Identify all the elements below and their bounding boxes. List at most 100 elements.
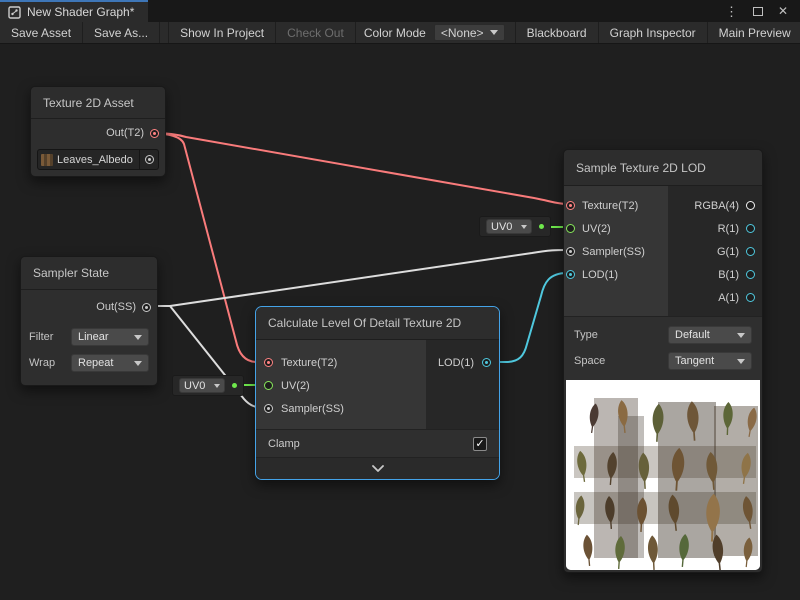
chevron-down-icon (372, 465, 384, 472)
node-texture-2d-asset[interactable]: Texture 2D Asset Out(T2) Leaves_Albedo (30, 86, 166, 177)
graph-canvas[interactable]: Texture 2D Asset Out(T2) Leaves_Albedo S… (0, 45, 800, 600)
color-mode-dropdown[interactable]: <None> (434, 24, 505, 41)
output-ports: RGBA(4) R(1) G(1) B(1) (668, 186, 762, 316)
node-title[interactable]: Sampler State (21, 257, 157, 290)
uv-channel-dropdown[interactable]: UV0 (179, 378, 225, 393)
uv-channel-dropdown[interactable]: UV0 (486, 219, 532, 234)
blackboard-button[interactable]: Blackboard (515, 22, 598, 43)
main-preview-button[interactable]: Main Preview (707, 22, 800, 43)
port-label: Out(SS) (96, 301, 136, 313)
filter-dropdown[interactable]: Linear (71, 328, 149, 346)
port-label: UV(2) (281, 380, 310, 392)
collapse-button[interactable] (256, 457, 499, 479)
window-controls: ⋮ ✕ (725, 0, 800, 22)
port-label: A(1) (718, 292, 739, 304)
chevron-down-icon (521, 225, 527, 229)
type-row: Type Default (574, 325, 752, 345)
input-ports: Texture(T2) UV(2) Sampler(SS) (256, 340, 426, 429)
space-dropdown[interactable]: Tangent (668, 352, 752, 370)
port-out-g[interactable] (746, 247, 755, 256)
port-row-out-t2: Out(T2) (31, 119, 165, 147)
port-in-sampler[interactable] (566, 247, 575, 256)
edge-sampler-to-sample[interactable] (146, 250, 567, 306)
color-mode-value: <None> (441, 26, 484, 40)
chevron-down-icon (490, 30, 498, 35)
texture-thumbnail-icon (41, 154, 53, 166)
node-sampler-state[interactable]: Sampler State Out(SS) Filter Linear Wrap… (20, 256, 158, 386)
maximize-icon[interactable] (753, 7, 763, 16)
tab-bar: New Shader Graph* ⋮ ✕ (0, 0, 800, 22)
port-in-texture[interactable] (566, 201, 575, 210)
port-out-a[interactable] (746, 293, 755, 302)
shader-graph-icon (8, 6, 21, 19)
port-label: G(1) (717, 246, 739, 258)
port-in-uv[interactable] (264, 381, 273, 390)
uv-channel-chip-sample: UV0 (479, 216, 551, 237)
chevron-down-icon (134, 335, 142, 340)
port-row-lod-out: LOD(1) (426, 351, 499, 374)
sampler-controls: Filter Linear Wrap Repeat (21, 324, 157, 380)
port-row-out-ss: Out(SS) (21, 290, 157, 324)
node-sample-texture-2d-lod[interactable]: Sample Texture 2D LOD Texture(T2) UV(2) … (563, 149, 763, 573)
wrap-dropdown[interactable]: Repeat (71, 354, 149, 372)
type-dropdown[interactable]: Default (668, 326, 752, 344)
port-in-lod[interactable] (566, 270, 575, 279)
object-picker-icon (145, 155, 154, 164)
save-asset-button[interactable]: Save Asset (0, 22, 83, 43)
tab-new-shader-graph[interactable]: New Shader Graph* (0, 0, 148, 22)
menu-icon[interactable]: ⋮ (725, 5, 738, 18)
output-ports: LOD(1) (426, 340, 499, 429)
node-calculate-lod-texture-2d[interactable]: Calculate Level Of Detail Texture 2D Tex… (255, 306, 500, 480)
filter-label: Filter (29, 331, 71, 343)
port-row-r: R(1) (668, 217, 762, 240)
clamp-row: Clamp ✓ (256, 429, 499, 457)
sample-controls: Type Default Space Tangent (564, 316, 762, 380)
chevron-down-icon (737, 359, 745, 364)
port-in-texture[interactable] (264, 358, 273, 367)
node-title[interactable]: Sample Texture 2D LOD (564, 150, 762, 186)
port-label: RGBA(4) (694, 200, 739, 212)
port-label: LOD(1) (438, 357, 474, 369)
port-label: Texture(T2) (582, 200, 638, 212)
chevron-down-icon (134, 361, 142, 366)
port-in-uv[interactable] (566, 224, 575, 233)
edge-texture-to-sample[interactable] (154, 133, 567, 204)
port-label: Out(T2) (106, 127, 144, 139)
wrap-value: Repeat (78, 357, 113, 369)
port-row-texture: Texture(T2) (256, 351, 426, 374)
color-mode-label: Color Mode (356, 26, 434, 40)
port-out-t2[interactable] (150, 129, 159, 138)
save-as-button[interactable]: Save As... (83, 22, 160, 43)
port-row-sampler: Sampler(SS) (564, 240, 668, 263)
space-label: Space (574, 355, 668, 367)
node-title[interactable]: Texture 2D Asset (31, 87, 165, 119)
port-out-r[interactable] (746, 224, 755, 233)
uv-default-value-dot (232, 383, 237, 388)
clamp-checkbox[interactable]: ✓ (473, 437, 487, 451)
object-picker-button[interactable] (139, 150, 158, 169)
port-out-rgba[interactable] (746, 201, 755, 210)
port-out-b[interactable] (746, 270, 755, 279)
node-body: Texture(T2) UV(2) Sampler(SS) LOD(1) (256, 340, 499, 429)
wrap-label: Wrap (29, 357, 71, 369)
port-out-ss[interactable] (142, 303, 151, 312)
port-row-b: B(1) (668, 263, 762, 286)
space-row: Space Tangent (574, 351, 752, 371)
port-in-sampler[interactable] (264, 404, 273, 413)
texture-asset-name: Leaves_Albedo (57, 154, 133, 166)
port-row-uv: UV(2) (564, 217, 668, 240)
close-icon[interactable]: ✕ (778, 5, 788, 17)
node-title[interactable]: Calculate Level Of Detail Texture 2D (256, 307, 499, 340)
texture-asset-field[interactable]: Leaves_Albedo (37, 149, 159, 170)
port-out-lod[interactable] (482, 358, 491, 367)
port-row-rgba: RGBA(4) (668, 194, 762, 217)
show-in-project-button[interactable]: Show In Project (168, 22, 276, 43)
wrap-row: Wrap Repeat (29, 352, 149, 374)
uv-default-value-dot (539, 224, 544, 229)
tab-title: New Shader Graph* (27, 5, 134, 19)
uv-channel-value: UV0 (184, 380, 205, 392)
input-ports: Texture(T2) UV(2) Sampler(SS) LOD(1) (564, 186, 668, 316)
port-row-sampler: Sampler(SS) (256, 397, 426, 420)
edge-texture-to-calc[interactable] (154, 133, 267, 362)
graph-inspector-button[interactable]: Graph Inspector (598, 22, 707, 43)
